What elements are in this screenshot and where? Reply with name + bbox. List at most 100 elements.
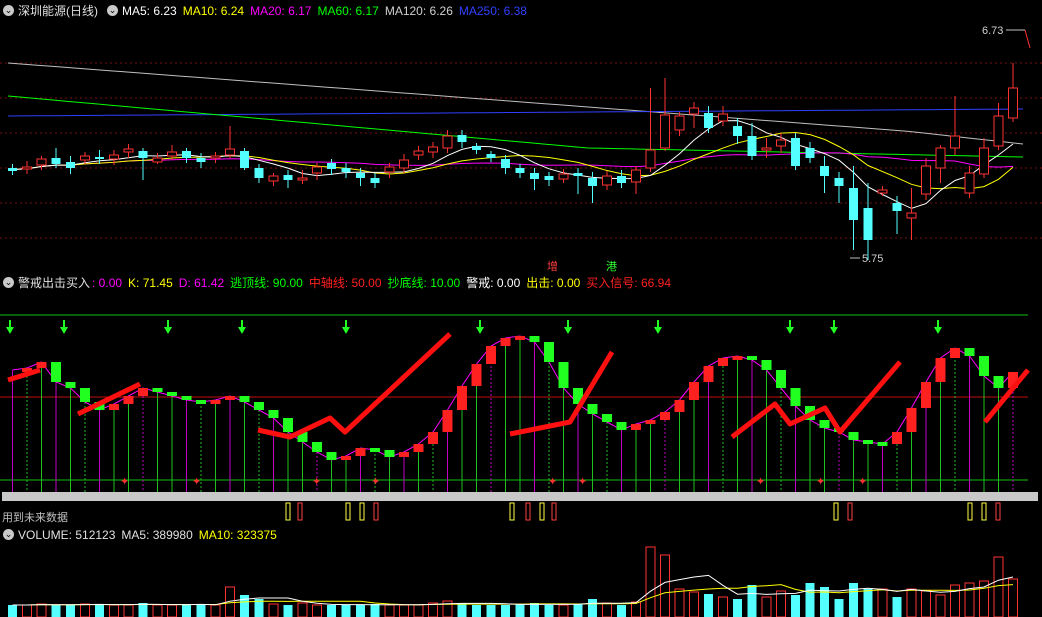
attack-star: ✦ [816, 476, 825, 488]
volume-bar-up [631, 601, 641, 617]
candle-body-up [950, 135, 960, 149]
kdj-bar [863, 440, 873, 444]
indicator-chart[interactable]: ✦ ✦ ✦ ✦ ✦ ✦ ✦ ✦ ✦ 用到未来数据 [0, 292, 1042, 525]
candle-body-up [225, 148, 235, 156]
candle-body-down [530, 173, 539, 179]
volume-bar-down [486, 605, 496, 617]
volume-bar-down [240, 595, 249, 617]
volume-bar-down [791, 595, 800, 617]
volume-bar-down [573, 604, 583, 617]
kdj-bar [558, 362, 569, 388]
volume-bar-up [602, 602, 612, 617]
volume-bar-down [530, 603, 539, 617]
volume-bar-down [863, 589, 873, 617]
kdj-bar [877, 442, 888, 446]
candle-body-up [718, 113, 728, 122]
candle-body-down [254, 168, 264, 178]
volume-bar-up [950, 584, 960, 617]
indicator-bottom-line: 抄底线: 10.00 [387, 276, 461, 290]
candle-body-up [935, 147, 946, 169]
volume-bar-up [167, 604, 177, 617]
attack-star: ✦ [312, 476, 321, 488]
indicator-collapse-icon[interactable]: ⌄ [3, 277, 14, 289]
volume-bar-up [384, 604, 395, 617]
kdj-bar [921, 382, 931, 408]
ma250-value: MA250: 6.38 [458, 4, 527, 18]
settings-icon[interactable]: ⌄ [107, 5, 118, 17]
candle-body-up [210, 155, 221, 159]
kdj-bar [384, 450, 395, 457]
alert-marker [509, 502, 515, 521]
volume-bar-up [109, 604, 119, 617]
indicator-attack: 出击: 0.00 [526, 276, 581, 290]
candle-body-down [588, 178, 597, 186]
kdj-bar [181, 396, 192, 400]
kdj-bar [631, 424, 641, 430]
kdj-bar [747, 356, 757, 360]
candle-body-up [674, 115, 685, 131]
candle-body-up [645, 149, 656, 169]
volume-collapse-icon[interactable]: ⌄ [3, 529, 14, 541]
candle-body-up [993, 115, 1004, 147]
kdj-bar [703, 366, 714, 382]
collapse-icon[interactable]: ⌄ [3, 5, 14, 17]
candle-body-up [22, 166, 32, 170]
kdj-bar [109, 404, 119, 410]
indicator-v0: : 0.00 [92, 276, 123, 290]
candle-body-down [66, 162, 75, 168]
candle-body-up [109, 154, 119, 160]
candle-body-up [979, 147, 989, 175]
candle-body-down [283, 175, 293, 180]
alert-marker [285, 502, 291, 521]
d-line [12, 335, 1014, 461]
candle-body-down [617, 176, 626, 183]
alert-marker [373, 502, 379, 521]
volume-bar-down [196, 604, 206, 617]
kdj-bar [312, 442, 322, 452]
candle-body-up [906, 212, 917, 219]
kdj-bar [326, 452, 337, 460]
kdj-bar [36, 362, 47, 368]
kdj-bar [225, 396, 235, 400]
alert-arrow-head [164, 327, 172, 334]
price-chart[interactable]: 6.73 5.75 增 港 [0, 18, 1042, 273]
volume-panel-header: ⌄ VOLUME: 512123 MA5: 389980 MA10: 323375 [0, 526, 283, 544]
volume-bar-up [22, 604, 32, 617]
volume-bar-up [558, 604, 569, 617]
volume-bar-down [66, 605, 75, 617]
volume-chart[interactable] [0, 544, 1042, 617]
candle-body-down [747, 136, 757, 156]
kdj-bar [500, 338, 511, 346]
candle-body-up [689, 107, 699, 115]
volume-bar-up [123, 604, 134, 617]
volume-bar-down [138, 603, 148, 617]
candle-body-up [776, 139, 786, 147]
candle-body-up [602, 175, 612, 186]
alert-arrow-head [476, 327, 484, 334]
candle-body-up [413, 150, 424, 156]
indicator-panel-header: ⌄ 警戒出击买入: 0.00 K: 71.45 D: 61.42 逃顶线: 90.00 中… [0, 274, 677, 292]
volume-bar-down [95, 604, 104, 617]
alert-arrow-head [238, 327, 246, 334]
volume-bar-down [327, 605, 336, 617]
candle-body-down [515, 168, 525, 173]
mark-zeng: 增 [547, 259, 558, 273]
kdj-bar [616, 422, 627, 430]
kdj-bar [471, 364, 482, 386]
indicator-d: D: 61.42 [178, 276, 225, 290]
attack-star: ✦ [371, 476, 380, 488]
candle-body-up [1008, 87, 1018, 119]
candle-body-up [312, 166, 322, 174]
volume-bar-up [674, 588, 685, 617]
candle-body-up [631, 169, 641, 183]
kdj-bar [123, 396, 134, 404]
candle-body-up [399, 159, 409, 169]
volume-bar-up [428, 602, 438, 617]
volume-bar-up [297, 602, 308, 617]
volume-bar-down [457, 603, 467, 617]
volume-bar-up [906, 588, 917, 617]
kdj-bar [602, 414, 612, 422]
volume-bar-down [182, 605, 191, 617]
kdj-bar [486, 346, 496, 364]
volume-bar-up [776, 590, 786, 617]
